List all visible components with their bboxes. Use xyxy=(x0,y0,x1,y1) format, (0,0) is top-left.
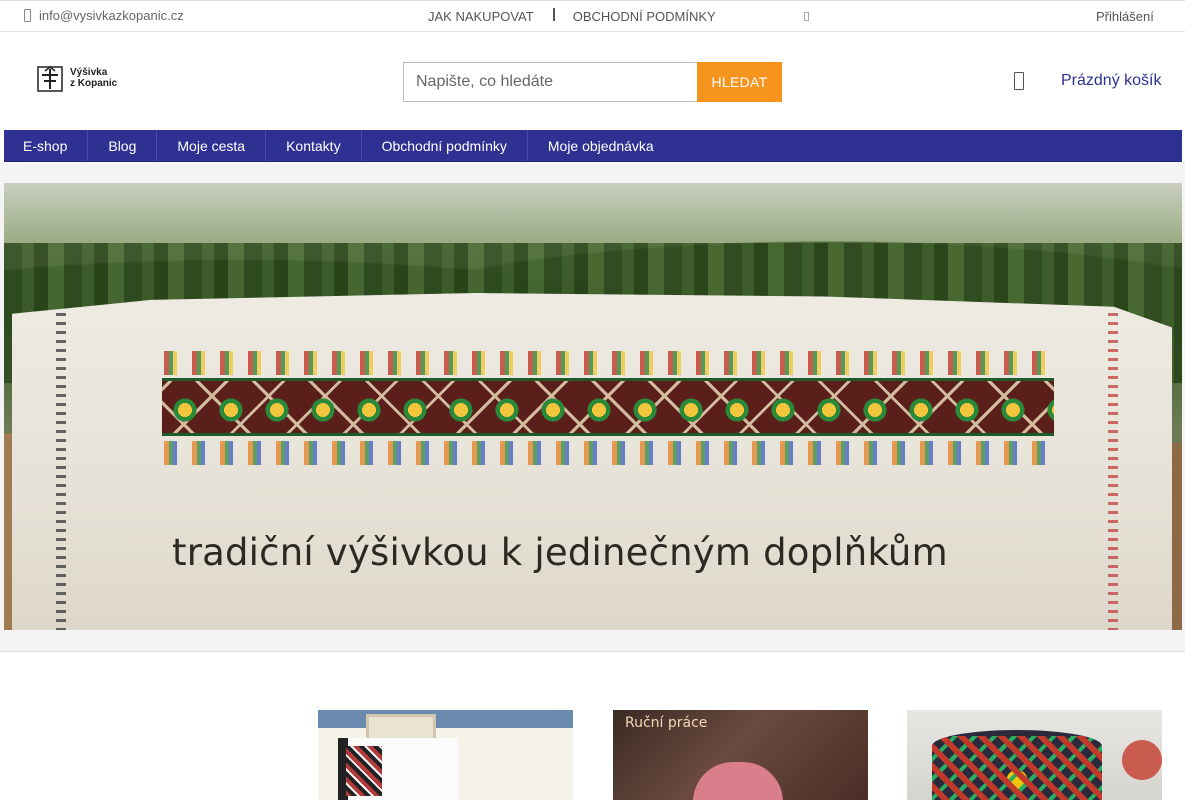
search-input[interactable] xyxy=(403,62,697,102)
top-bar: info@vysivkazkopanic.cz JAK NAKUPOVAT OB… xyxy=(0,0,1185,32)
card-1-embroidery xyxy=(346,746,382,796)
embroidery-band xyxy=(162,378,1054,436)
site-logo[interactable]: Výšivka z Kopanic xyxy=(36,62,134,94)
email-text[interactable]: info@vysivkazkopanic.cz xyxy=(39,8,184,23)
category-card-3[interactable] xyxy=(907,710,1162,800)
top-links: JAK NAKUPOVAT OBCHODNÍ PODMÍNKY xyxy=(428,8,716,24)
logo-emblem xyxy=(37,66,63,92)
cart[interactable]: Prázdný košík xyxy=(1014,72,1161,90)
hero-banner[interactable]: tradiční výšivkou k jedinečným doplňkům xyxy=(4,183,1182,630)
hero-slogan: tradiční výšivkou k jedinečným doplňkům xyxy=(172,531,948,574)
nav-item-kontakty[interactable]: Kontakty xyxy=(266,130,362,161)
embroidery-motifs xyxy=(162,381,1054,433)
link-obchodni-podminky[interactable]: OBCHODNÍ PODMÍNKY xyxy=(573,9,716,24)
category-card-1[interactable] xyxy=(318,710,573,800)
nav-item-eshop[interactable]: E-shop xyxy=(4,130,89,161)
search-bar: HLEDAT xyxy=(403,62,782,102)
cloth-edge-right xyxy=(1108,313,1118,630)
logo-line-2: z Kopanic xyxy=(70,78,118,89)
logo-line-1: Výšivka xyxy=(70,67,108,78)
card-3-cap xyxy=(932,730,1102,800)
nav-item-moje-cesta[interactable]: Moje cesta xyxy=(157,130,267,161)
embroidery-fringe-top xyxy=(164,351,1052,375)
card-2-label: Ruční práce xyxy=(625,715,708,731)
cart-label[interactable]: Prázdný košík xyxy=(1061,72,1161,90)
login-link[interactable]: Přihlášení xyxy=(1096,9,1154,24)
divider xyxy=(552,8,555,21)
nav-item-blog[interactable]: Blog xyxy=(88,130,158,161)
phone-icon xyxy=(24,9,31,22)
card-3-accent xyxy=(1122,740,1162,780)
cart-icon[interactable] xyxy=(1014,72,1024,90)
card-3-pattern xyxy=(932,736,1102,800)
social-icon[interactable] xyxy=(804,12,809,21)
main-nav: E-shop Blog Moje cesta Kontakty Obchodní… xyxy=(4,130,1182,162)
cloth-edge-left xyxy=(56,313,66,630)
logo-text: Výšivka z Kopanic xyxy=(70,67,117,89)
nav-item-moje-objednavka[interactable]: Moje objednávka xyxy=(528,130,674,161)
search-button[interactable]: HLEDAT xyxy=(697,62,782,102)
embroidery-fringe-bottom xyxy=(164,441,1052,465)
card-2-hand xyxy=(693,762,783,800)
category-card-2[interactable]: Ruční práce xyxy=(613,710,868,800)
hero-section: tradiční výšivkou k jedinečným doplňkům xyxy=(0,162,1185,652)
contact-email[interactable]: info@vysivkazkopanic.cz xyxy=(24,8,184,23)
nav-item-obchodni-podminky[interactable]: Obchodní podmínky xyxy=(362,130,528,161)
link-jak-nakupovat[interactable]: JAK NAKUPOVAT xyxy=(428,9,534,24)
